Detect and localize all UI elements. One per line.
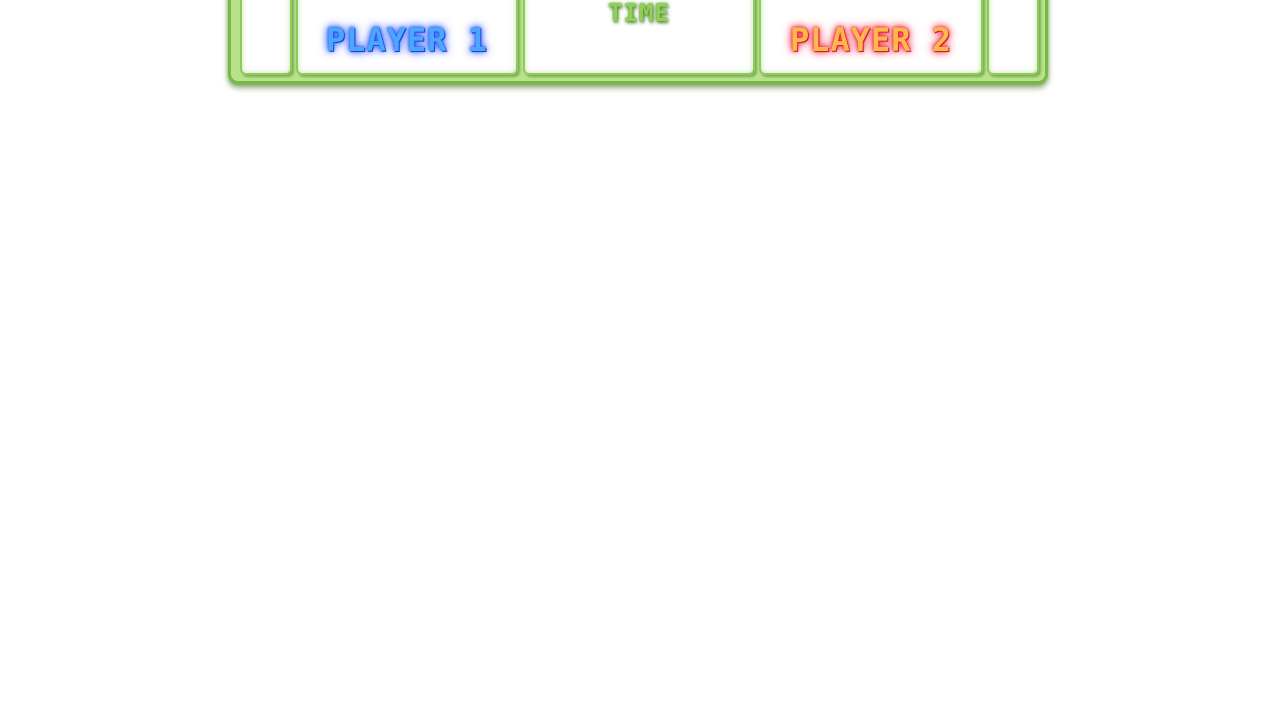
player-1-panel: PLAYER 1 — [296, 0, 518, 75]
scoreboard-right-corner-panel — [987, 0, 1039, 75]
scoreboard-frame: PLAYER 1 TIME PLAYER 2 — [228, 0, 1048, 84]
time-label: TIME — [608, 0, 670, 27]
player-2-label: PLAYER 2 — [789, 21, 953, 59]
player-2-panel: PLAYER 2 — [759, 0, 983, 75]
time-panel: TIME — [523, 0, 755, 75]
scoreboard-left-corner-panel — [240, 0, 292, 75]
player-1-label: PLAYER 1 — [325, 21, 489, 59]
game-area — [0, 100, 1280, 720]
